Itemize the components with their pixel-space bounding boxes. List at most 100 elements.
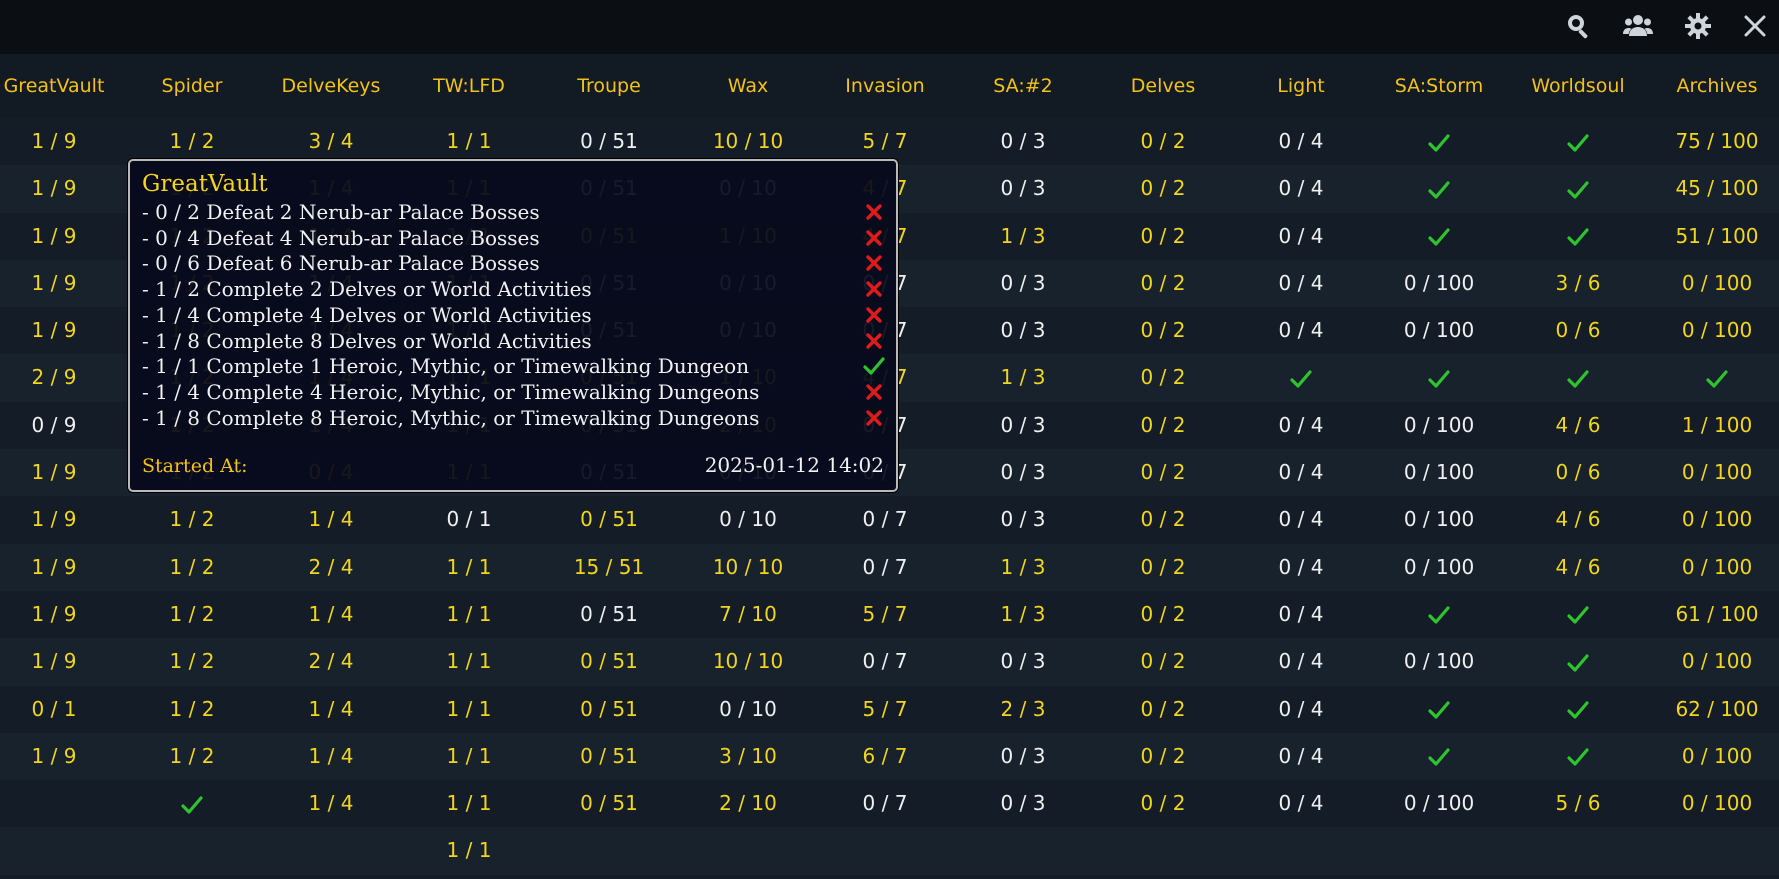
column-header-worldsoul[interactable]: Worldsoul bbox=[1510, 54, 1646, 118]
table-cell[interactable]: 6 / 7 bbox=[817, 733, 953, 780]
table-cell[interactable]: 1 / 2 bbox=[124, 496, 260, 543]
table-cell[interactable]: 0 / 51 bbox=[541, 733, 677, 780]
table-cell[interactable]: 62 / 100 bbox=[1649, 686, 1779, 733]
table-cell[interactable]: 1 / 4 bbox=[263, 733, 399, 780]
table-cell[interactable]: 0 / 100 bbox=[1371, 402, 1507, 449]
table-cell[interactable]: 1 / 4 bbox=[263, 780, 399, 827]
table-cell[interactable]: 75 / 100 bbox=[1649, 118, 1779, 165]
column-header-archives[interactable]: Archives bbox=[1649, 54, 1779, 118]
table-cell[interactable]: 1 / 9 bbox=[0, 544, 122, 591]
table-cell[interactable]: 0 / 100 bbox=[1371, 260, 1507, 307]
table-cell[interactable]: 0 / 2 bbox=[1095, 638, 1231, 685]
table-row[interactable]: 1 / 9 1 / 2 1 / 4 0 / 1 0 / 51 0 / 10 0 / 7 0 /… bbox=[0, 496, 1779, 543]
table-cell[interactable]: 0 / 2 bbox=[1095, 544, 1231, 591]
table-cell[interactable]: 0 / 2 bbox=[1095, 307, 1231, 354]
table-cell[interactable]: 1 / 3 bbox=[955, 544, 1091, 591]
table-cell[interactable]: 0 / 100 bbox=[1371, 544, 1507, 591]
table-cell[interactable]: 1 / 3 bbox=[955, 591, 1091, 638]
table-cell[interactable]: 0 / 51 bbox=[541, 496, 677, 543]
table-cell[interactable]: 2 / 3 bbox=[955, 686, 1091, 733]
table-cell[interactable]: 0 / 100 bbox=[1371, 449, 1507, 496]
table-cell[interactable]: 1 / 9 bbox=[0, 638, 122, 685]
table-cell[interactable]: 1 / 9 bbox=[0, 591, 122, 638]
table-cell[interactable]: 7 / 10 bbox=[680, 591, 816, 638]
table-cell[interactable]: 0 / 2 bbox=[1095, 591, 1231, 638]
column-header-wax[interactable]: Wax bbox=[680, 54, 816, 118]
table-cell[interactable]: 1 / 9 bbox=[0, 165, 122, 212]
table-cell[interactable]: 4 / 6 bbox=[1510, 544, 1646, 591]
column-header-sa-storm[interactable]: SA:Storm bbox=[1371, 54, 1507, 118]
table-cell[interactable]: 0 / 4 bbox=[1233, 496, 1369, 543]
table-cell[interactable]: 2 / 4 bbox=[263, 638, 399, 685]
column-header-greatvault[interactable]: GreatVault bbox=[0, 54, 122, 118]
table-cell[interactable]: 0 / 100 bbox=[1371, 638, 1507, 685]
table-cell[interactable]: 5 / 6 bbox=[1510, 780, 1646, 827]
table-row[interactable]: 1 / 9 1 / 2 2 / 4 1 / 1 0 / 51 10 / 10 0 / 7 0 … bbox=[0, 638, 1779, 686]
table-cell[interactable]: 0 / 3 bbox=[955, 780, 1091, 827]
column-header-troupe[interactable]: Troupe bbox=[541, 54, 677, 118]
table-cell[interactable]: 1 / 1 bbox=[401, 733, 537, 780]
table-cell[interactable]: 0 / 2 bbox=[1095, 686, 1231, 733]
table-cell[interactable]: 3 / 10 bbox=[680, 733, 816, 780]
table-cell[interactable]: 0 / 51 bbox=[541, 591, 677, 638]
table-cell[interactable]: 0 / 2 bbox=[1095, 354, 1231, 401]
table-row[interactable]: 1 / 9 1 / 2 1 / 4 1 / 1 0 / 51 7 / 10 5 / 7 1 /… bbox=[0, 591, 1779, 638]
table-cell[interactable]: 1 / 4 bbox=[263, 686, 399, 733]
table-row[interactable]: 1 / 9 1 / 2 1 / 4 1 / 1 0 / 51 3 / 10 6 / 7 0 /… bbox=[0, 732, 1779, 781]
table-cell[interactable]: 0 / 6 bbox=[1510, 307, 1646, 354]
table-cell[interactable]: 0 / 3 bbox=[955, 402, 1091, 449]
table-cell[interactable]: 45 / 100 bbox=[1649, 165, 1779, 212]
table-cell[interactable]: 1 / 9 bbox=[0, 733, 122, 780]
table-cell[interactable]: 0 / 4 bbox=[1233, 686, 1369, 733]
table-cell[interactable]: 1 / 1 bbox=[401, 827, 537, 874]
table-row[interactable]: 1 / 1 bbox=[0, 827, 1779, 875]
table-cell[interactable]: 0 / 7 bbox=[817, 544, 953, 591]
table-cell[interactable]: 0 / 2 bbox=[1095, 213, 1231, 260]
table-cell[interactable]: 1 / 2 bbox=[124, 591, 260, 638]
table-cell[interactable]: 0 / 2 bbox=[1095, 449, 1231, 496]
table-cell[interactable]: 1 / 2 bbox=[124, 638, 260, 685]
table-cell[interactable]: 1 / 1 bbox=[401, 638, 537, 685]
table-cell[interactable]: 0 / 2 bbox=[1095, 496, 1231, 543]
table-cell[interactable]: 0 / 4 bbox=[1233, 307, 1369, 354]
table-cell[interactable]: 1 / 3 bbox=[955, 213, 1091, 260]
table-cell[interactable]: 10 / 10 bbox=[680, 638, 816, 685]
table-cell[interactable]: 1 / 3 bbox=[955, 354, 1091, 401]
table-cell[interactable]: 0 / 2 bbox=[1095, 780, 1231, 827]
table-cell[interactable]: 1 / 100 bbox=[1649, 402, 1779, 449]
table-cell[interactable]: 1 / 1 bbox=[401, 591, 537, 638]
table-cell[interactable]: 2 / 10 bbox=[680, 780, 816, 827]
table-cell[interactable]: 0 / 100 bbox=[1649, 449, 1779, 496]
table-cell[interactable]: 0 / 4 bbox=[1233, 449, 1369, 496]
table-cell[interactable]: 0 / 2 bbox=[1095, 165, 1231, 212]
table-cell[interactable]: 1 / 9 bbox=[0, 118, 122, 165]
table-cell[interactable]: 2 / 9 bbox=[0, 354, 122, 401]
table-cell[interactable]: 0 / 7 bbox=[817, 638, 953, 685]
table-cell[interactable]: 0 / 7 bbox=[817, 496, 953, 543]
column-header-spider[interactable]: Spider bbox=[124, 54, 260, 118]
table-cell[interactable]: 1 / 9 bbox=[0, 213, 122, 260]
table-row[interactable]: 1 / 9 1 / 2 2 / 4 1 / 1 15 / 51 10 / 10 0 / 7 1… bbox=[0, 543, 1779, 591]
table-cell[interactable]: 0 / 100 bbox=[1649, 544, 1779, 591]
table-cell[interactable]: 0 / 3 bbox=[955, 260, 1091, 307]
table-cell[interactable]: 0 / 2 bbox=[1095, 260, 1231, 307]
table-cell[interactable]: 0 / 3 bbox=[955, 165, 1091, 212]
column-header-invasion[interactable]: Invasion bbox=[817, 54, 953, 118]
table-row[interactable]: 0 / 1 1 / 2 1 / 4 1 / 1 0 / 51 0 / 10 5 / 7 2 /… bbox=[0, 686, 1779, 733]
table-cell[interactable]: 1 / 2 bbox=[124, 686, 260, 733]
table-cell[interactable]: 0 / 4 bbox=[1233, 780, 1369, 827]
table-cell[interactable]: 1 / 4 bbox=[263, 496, 399, 543]
table-cell[interactable]: 0 / 3 bbox=[955, 733, 1091, 780]
table-cell[interactable]: 0 / 51 bbox=[541, 686, 677, 733]
table-cell[interactable]: 0 / 1 bbox=[0, 686, 122, 733]
table-cell[interactable]: 3 / 6 bbox=[1510, 260, 1646, 307]
table-cell[interactable]: 0 / 100 bbox=[1649, 733, 1779, 780]
table-cell[interactable]: 0 / 100 bbox=[1649, 496, 1779, 543]
table-cell[interactable]: 0 / 100 bbox=[1371, 496, 1507, 543]
table-cell[interactable]: 0 / 100 bbox=[1649, 638, 1779, 685]
table-cell[interactable]: 1 / 1 bbox=[401, 686, 537, 733]
table-cell[interactable]: 0 / 4 bbox=[1233, 638, 1369, 685]
table-cell[interactable]: 4 / 6 bbox=[1510, 496, 1646, 543]
table-cell[interactable]: 0 / 2 bbox=[1095, 118, 1231, 165]
table-cell[interactable]: 4 / 6 bbox=[1510, 402, 1646, 449]
